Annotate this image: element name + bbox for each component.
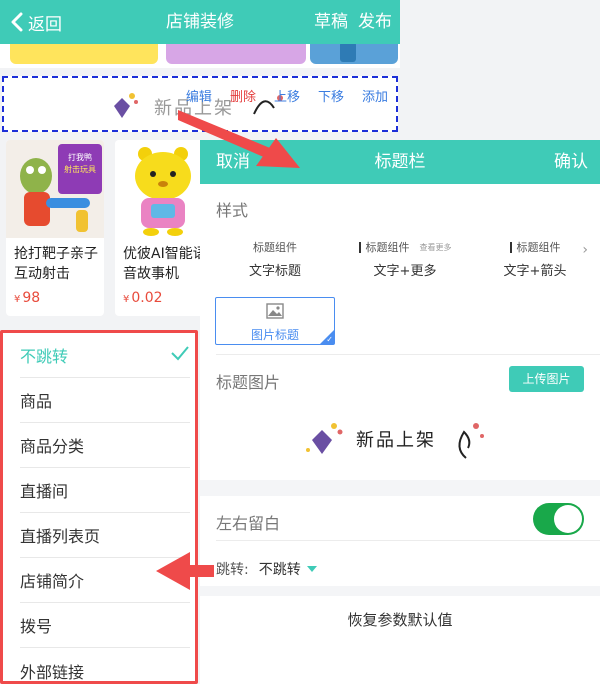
- style-option-text-more[interactable]: 标题组件 查看更多 文字+更多: [345, 236, 465, 286]
- banner-image: [166, 44, 306, 64]
- style-option-preview: 标题组件: [365, 241, 410, 254]
- jump-option-label: 商品分类: [20, 437, 85, 456]
- jump-option[interactable]: 直播间: [20, 468, 190, 513]
- style-option-name: 文字标题: [248, 264, 301, 279]
- jump-option-label: 外部链接: [20, 662, 85, 682]
- back-label: 返回: [28, 14, 62, 35]
- move-up-button[interactable]: 上移: [274, 86, 300, 105]
- jump-option[interactable]: 直播列表页: [20, 513, 190, 558]
- upload-image-button[interactable]: 上传图片: [509, 366, 584, 392]
- jump-label: 跳转:: [216, 562, 249, 578]
- product-badge-text: 打我鸭: [68, 152, 92, 162]
- jump-option-label: 直播间: [20, 482, 69, 501]
- jump-option-label: 不跳转: [20, 347, 69, 366]
- product-image: [115, 140, 213, 238]
- jump-option-label: 拨号: [20, 617, 53, 636]
- jump-option-label: 商品: [20, 392, 53, 411]
- selected-title-module[interactable]: 新品上架 编辑 删除 上移 下移 添加: [2, 76, 398, 132]
- margin-toggle[interactable]: [533, 503, 584, 535]
- title-image-label: 标题图片: [216, 373, 281, 392]
- panel-header: 取消 标题栏 确认: [200, 140, 600, 184]
- margin-label: 左右留白: [216, 514, 281, 533]
- jump-select[interactable]: 跳转: 不跳转: [216, 558, 317, 580]
- product-card[interactable]: 优彼AI智能语音故事机 ¥0.02: [115, 140, 213, 316]
- product-card[interactable]: 打我鸭 射击玩具 抢打靶子亲子互动射击 ¥98: [6, 140, 104, 316]
- reset-defaults-button[interactable]: 恢复参数默认值: [200, 600, 600, 640]
- product-image: 打我鸭 射击玩具: [6, 140, 104, 238]
- style-options: 标题组件 文字标题 标题组件 查看更多 文字+更多 标题组件 文字+箭头: [200, 236, 600, 286]
- style-option-text-title[interactable]: 标题组件 文字标题: [215, 236, 335, 286]
- style-option-preview: 标题组件: [253, 241, 297, 254]
- jump-option[interactable]: 店铺简介: [20, 558, 190, 603]
- back-button[interactable]: 返回: [10, 0, 62, 44]
- jump-option[interactable]: 不跳转: [20, 333, 190, 378]
- jump-option-label: 店铺简介: [20, 572, 85, 591]
- banner-strip: [0, 44, 400, 68]
- cancel-button[interactable]: 取消: [216, 140, 250, 184]
- style-option-preview: 标题组件: [516, 241, 561, 254]
- jump-option[interactable]: 外部链接: [20, 648, 190, 682]
- jump-option-label: 直播列表页: [20, 527, 101, 546]
- publish-button[interactable]: 发布: [358, 0, 392, 44]
- style-option-name: 文字+更多: [373, 264, 437, 279]
- style-option-name: 文字+箭头: [503, 264, 567, 279]
- title-image-preview: 新品上架: [296, 410, 496, 466]
- jump-options-list: 不跳转 商品 商品分类 直播间 直播列表页 店铺简介 拨号 外部链接: [0, 330, 198, 684]
- banner-image: [10, 44, 158, 64]
- product-badge-text: 射击玩具: [64, 164, 96, 174]
- style-option-name: 图片标题: [250, 328, 299, 342]
- check-icon: [171, 346, 189, 361]
- chevron-left-icon: [11, 12, 23, 32]
- top-nav-bar: 返回 店铺装修 草稿 发布: [0, 0, 400, 44]
- draft-button[interactable]: 草稿: [314, 0, 348, 44]
- jump-value: 不跳转: [258, 562, 301, 578]
- edit-button[interactable]: 编辑: [186, 86, 212, 105]
- product-price: ¥98: [14, 290, 41, 306]
- jump-option[interactable]: 拨号: [20, 603, 190, 648]
- jump-option[interactable]: 商品分类: [20, 423, 190, 468]
- title-image-text: 新品上架: [356, 430, 436, 451]
- product-name: 抢打靶子亲子互动射击: [14, 246, 98, 282]
- caret-down-icon: [306, 566, 317, 572]
- product-price: ¥0.02: [123, 290, 163, 306]
- check-icon: ✓: [326, 335, 333, 344]
- style-option-text-arrow[interactable]: 标题组件 文字+箭头: [475, 236, 595, 286]
- style-section-label: 样式: [216, 201, 249, 220]
- confirm-button[interactable]: 确认: [554, 140, 588, 184]
- panel-title: 标题栏: [374, 152, 426, 172]
- jump-option[interactable]: 商品: [20, 378, 190, 423]
- add-button[interactable]: 添加: [362, 86, 388, 105]
- title-editor-panel: 取消 标题栏 确认 样式 标题组件 文字标题 标题组件 查看更多 文字+更多 标题…: [200, 140, 600, 684]
- delete-button[interactable]: 删除: [230, 86, 256, 105]
- image-icon: [266, 303, 284, 319]
- chevron-right-icon[interactable]: ›: [582, 242, 588, 258]
- banner-image: [310, 44, 398, 64]
- move-down-button[interactable]: 下移: [318, 86, 344, 105]
- module-action-bar: 编辑 删除 上移 下移 添加: [186, 86, 388, 105]
- style-option-image-title[interactable]: 图片标题 ✓: [215, 297, 335, 345]
